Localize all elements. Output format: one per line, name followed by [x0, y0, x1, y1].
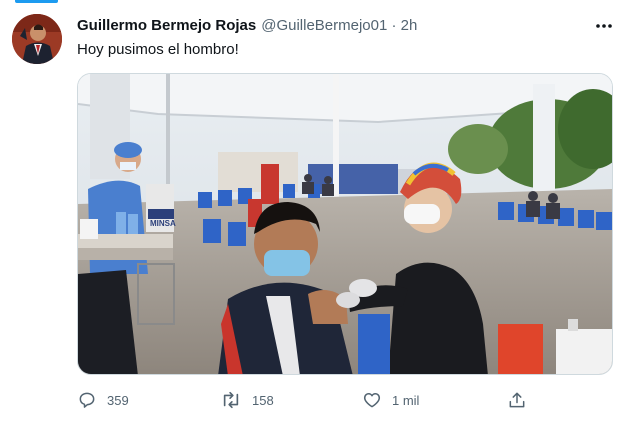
retweet-icon: [220, 390, 242, 410]
tweet-actions: 359 158 1 mil: [77, 389, 537, 411]
reply-button[interactable]: 359: [77, 389, 129, 411]
share-icon: [507, 390, 527, 410]
reply-count: 359: [107, 392, 129, 408]
retweet-button[interactable]: 158: [220, 389, 274, 411]
heart-icon: [362, 390, 382, 410]
reply-icon: [77, 390, 97, 410]
avatar[interactable]: [12, 14, 62, 64]
retweet-count: 158: [252, 392, 274, 408]
tweet: Guillermo Bermejo Rojas @GuilleBermejo01…: [0, 0, 640, 427]
author-name[interactable]: Guillermo Bermejo Rojas: [77, 17, 256, 34]
minsa-sign: MINSA: [150, 219, 176, 228]
more-horizontal-icon: [596, 24, 612, 28]
like-button[interactable]: 1 mil: [362, 389, 419, 411]
tweet-text: Hoy pusimos el hombro!: [77, 41, 239, 58]
author-handle[interactable]: @GuilleBermejo01 · 2h: [261, 17, 417, 34]
share-button[interactable]: [507, 389, 527, 411]
tweet-photo[interactable]: MINSA: [77, 73, 613, 375]
avatar-image: [12, 14, 62, 64]
tweet-header: Guillermo Bermejo Rojas @GuilleBermejo01…: [77, 17, 417, 37]
more-button[interactable]: [592, 17, 616, 35]
like-count: 1 mil: [392, 392, 420, 408]
